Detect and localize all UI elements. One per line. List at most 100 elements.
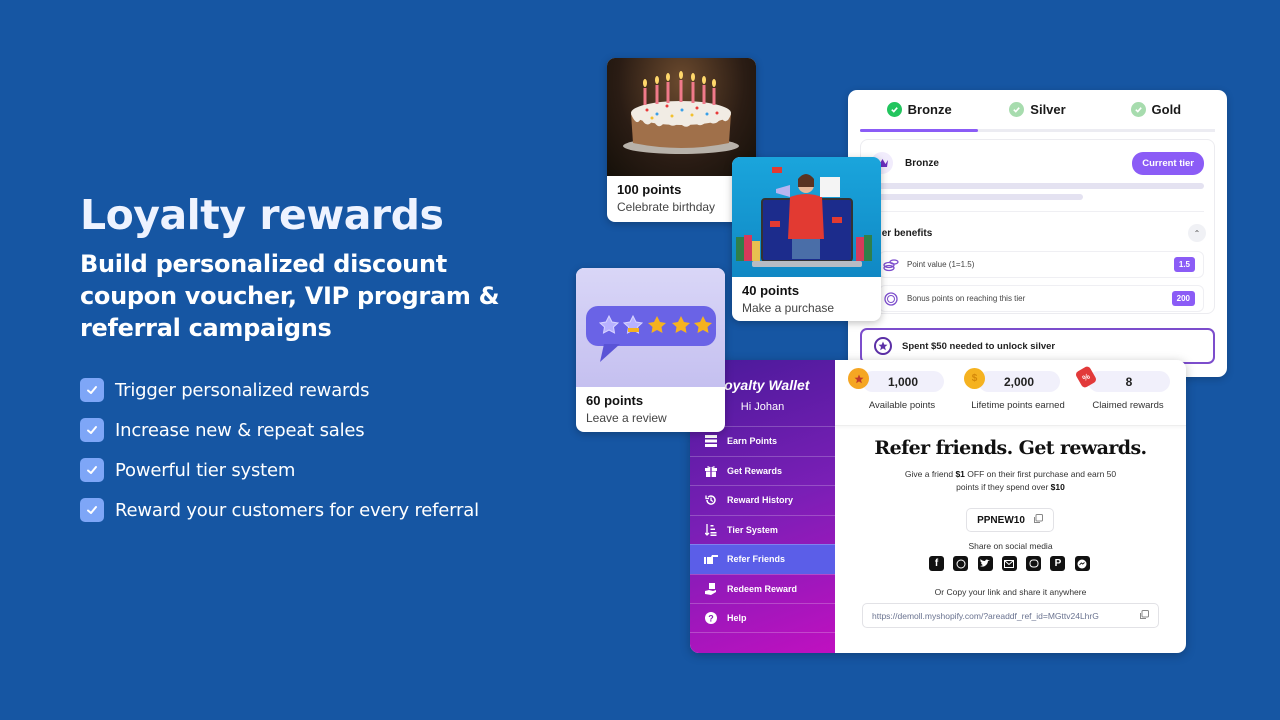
earn-points-icon [704,434,718,448]
email-icon[interactable] [1001,556,1017,571]
refer-desc-text: OFF on their first purchase and earn 50 … [956,469,1117,492]
card-action: Celebrate birthday [617,200,716,214]
menu-label: Get Rewards [727,465,783,476]
reward-card-purchase[interactable]: 40 points Make a purchase [732,157,881,321]
feature-item: Reward your customers for every referral [80,490,520,530]
referral-link-field[interactable]: https://demoll.myshopify.com/?areaddf_re… [862,603,1159,628]
stat-lifetime-points: $ 2,000 Lifetime points earned [963,368,1073,411]
copy-icon[interactable] [1033,513,1043,527]
help-icon: ? [704,611,718,625]
tab-label: Gold [1151,102,1182,117]
check-circle-icon [1009,102,1025,117]
stat-value-pill: % 8 [1074,365,1170,392]
feature-text: Trigger personalized rewards [115,379,370,401]
hero-section: Loyalty rewards Build personalized disco… [80,190,520,530]
stat-label: Available points [868,400,936,411]
social-share-buttons: f P [929,556,1099,571]
review-stars-image [576,268,725,387]
history-icon [704,493,718,507]
feature-item: Increase new & repeat sales [80,410,520,450]
stat-value-pill: 1,000 [848,368,944,392]
refer-desc-text: Give a friend [904,469,956,479]
svg-text:?: ? [708,613,714,623]
feature-text: Reward your customers for every referral [115,499,479,521]
wallet-menu: Earn Points Get Rewards Reward History T… [690,426,835,633]
facebook-icon[interactable]: f [929,556,944,571]
discount-tag-icon: % [1074,365,1098,389]
gift-icon [704,464,718,478]
checkmark-icon [80,378,104,402]
referral-link-text: https://demoll.myshopify.com/?areaddf_re… [872,610,1099,621]
whatsapp-icon[interactable] [953,556,969,571]
stat-value: 1,000 [887,374,919,389]
coins-icon [883,257,899,273]
menu-item-refer-friends[interactable]: Refer Friends [690,544,835,574]
benefit-label: Bonus points on reaching this tier [907,294,1026,303]
viber-icon[interactable] [1026,556,1042,571]
bonus-badge-icon [883,291,899,307]
referral-code[interactable]: PPNEW10 [966,508,1054,532]
tab-label: Silver [1030,102,1066,117]
unlock-message: Spent $50 needed to unlock silver [860,328,1215,364]
menu-label: Earn Points [727,436,778,447]
menu-item-reward-history[interactable]: Reward History [690,485,835,515]
check-circle-icon [886,102,902,117]
card-points: 60 points [586,393,644,408]
benefit-label: Point value (1=1.5) [907,260,975,269]
messenger-icon[interactable] [1074,556,1090,571]
refer-desc-min: $10 [1050,482,1065,492]
shopping-image [732,157,881,277]
refer-desc-amount: $1 [955,469,965,479]
stat-claimed-rewards: % 8 Claimed rewards [1073,365,1183,411]
menu-label: Tier System [727,524,778,535]
benefit-row: Bonus points on reaching this tier 200 [879,285,1204,312]
menu-item-help[interactable]: ? Help [690,603,835,633]
benefit-value: 1.5 [1173,257,1195,272]
current-tier-badge: Current tier [1132,151,1204,175]
progress-placeholder [871,183,1204,189]
referral-code-text: PPNEW10 [977,514,1025,526]
menu-label: Help [727,612,747,623]
twitter-icon[interactable] [977,556,993,571]
check-circle-icon [1130,102,1146,117]
tab-silver[interactable]: Silver [978,90,1096,129]
pinterest-icon[interactable]: P [1050,556,1066,571]
menu-item-tier-system[interactable]: Tier System [690,514,835,545]
card-action: Leave a review [586,411,667,425]
unlock-text: Spent $50 needed to unlock silver [902,340,1056,352]
tab-bronze[interactable]: Bronze [860,90,979,132]
menu-label: Redeem Reward [727,583,798,594]
checkmark-icon [80,418,104,442]
menu-item-get-rewards[interactable]: Get Rewards [690,455,835,486]
divider [871,211,1204,212]
star-icon [874,337,892,355]
benefit-row: Point value (1=1.5) 1.5 [879,251,1204,278]
checkmark-icon [80,458,104,482]
menu-item-redeem-reward[interactable]: Redeem Reward [690,573,835,604]
tab-label: Bronze [907,102,952,117]
loyalty-wallet: Loyalty Wallet Hi Johan Earn Points Get … [690,360,1186,653]
copy-icon[interactable] [1139,607,1149,625]
benefits-title: Tier benefits [873,228,933,239]
tier-name: Bronze [905,157,939,169]
card-points: 40 points [742,283,800,298]
star-coin-icon [848,368,869,389]
hero-title: Loyalty rewards [80,191,444,239]
wallet-main: 1,000 Available points $ 2,000 Lifetime … [835,360,1186,653]
stat-label: Lifetime points earned [971,400,1065,411]
feature-list: Trigger personalized rewards Increase ne… [80,370,520,530]
feature-item: Powerful tier system [80,450,520,490]
card-action: Make a purchase [742,301,835,315]
reward-card-review[interactable]: 60 points Leave a review [576,268,725,432]
redeem-hand-icon [704,582,718,596]
refer-description: Give a friend $1 OFF on their first purc… [895,468,1126,494]
stat-label: Claimed rewards [1092,400,1164,411]
hero-subtitle: Build personalized discount coupon vouch… [80,250,500,342]
feature-text: Powerful tier system [115,459,296,481]
dollar-coin-icon: $ [964,368,985,389]
card-points: 100 points [617,182,682,197]
chevron-up-icon[interactable]: ⌃ [1188,224,1206,242]
stat-value: 8 [1125,374,1133,389]
tab-gold[interactable]: Gold [1097,90,1215,129]
copy-link-label: Or Copy your link and share it anywhere [934,587,1087,597]
